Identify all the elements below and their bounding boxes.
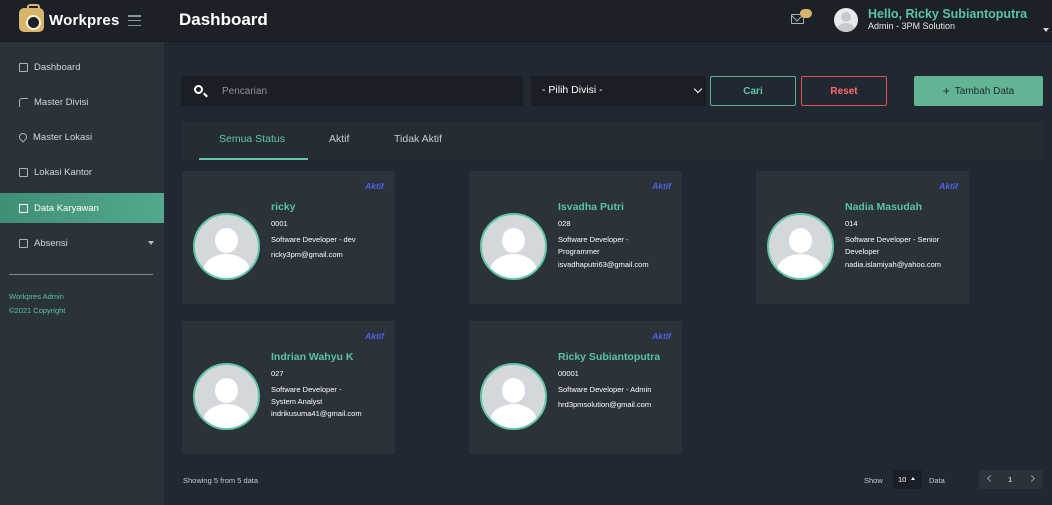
status-badge: Aktif (365, 331, 384, 341)
sidebar-item-label: Master Divisi (34, 96, 89, 108)
user-greeting[interactable]: Hello, Ricky Subiantoputra (868, 7, 1027, 21)
employee-id: 014 (845, 219, 858, 228)
status-badge: Aktif (939, 181, 958, 191)
status-badge: Aktif (652, 181, 671, 191)
employee-email: isvadhaputri63@gmail.com (558, 260, 649, 269)
search-box[interactable] (181, 76, 523, 106)
employee-card[interactable]: Aktif Indrian Wahyu K 027 Software Devel… (182, 321, 395, 454)
page-title: Dashboard (179, 10, 268, 29)
status-tabs: Semua Status Aktif Tidak Aktif (182, 122, 1044, 160)
sidebar-item-label: Master Lokasi (33, 131, 93, 143)
status-badge: Aktif (652, 331, 671, 341)
sidebar-item-data-karyawan[interactable]: Data Karyawan (0, 193, 164, 223)
employee-role: Software Developer - System Analyst (271, 385, 342, 406)
sidebar-item-label: Absensi (34, 237, 68, 249)
cari-button[interactable]: Cari (710, 76, 796, 106)
per-page-value: 10 (898, 475, 907, 484)
page-number[interactable]: 1 (1008, 475, 1012, 484)
employee-name[interactable]: Isvadha Putri (558, 201, 624, 213)
employee-id: 027 (271, 369, 284, 378)
menu-toggle-icon[interactable] (128, 15, 141, 27)
chevron-right-icon[interactable] (1027, 474, 1036, 483)
avatar (193, 213, 260, 280)
employee-name[interactable]: ricky (271, 201, 296, 213)
reset-button[interactable]: Reset (801, 76, 887, 106)
employee-email: ricky3pm@gmail.com (271, 250, 343, 259)
employee-email: nadia.islamiyah@yahoo.com (845, 260, 941, 269)
sidebar-footer-title: Workpres Admin (9, 292, 64, 301)
tambah-data-label: Tambah Data (954, 85, 1015, 97)
brand[interactable]: Workpres (19, 4, 120, 32)
employee-name[interactable]: Indrian Wahyu K (271, 351, 353, 363)
tab-semua-status[interactable]: Semua Status (219, 133, 285, 145)
employee-name[interactable]: Ricky Subiantoputra (558, 351, 660, 363)
employee-id: 028 (558, 219, 571, 228)
sidebar-item-label: Lokasi Kantor (34, 166, 93, 178)
employee-role: Software Developer - dev (271, 235, 356, 244)
tab-aktif[interactable]: Aktif (329, 133, 349, 145)
divisi-select[interactable]: - Pilih Divisi - (531, 76, 706, 106)
employee-name[interactable]: Nadia Masudah (845, 201, 922, 213)
tab-tidak-aktif[interactable]: Tidak Aktif (394, 133, 442, 145)
sidebar: Dashboard Master Divisi Master Lokasi Lo… (0, 42, 164, 505)
map-pin-icon (17, 131, 29, 143)
sidebar-divider (9, 274, 153, 275)
search-input[interactable] (222, 83, 512, 99)
employee-card[interactable]: Aktif Isvadha Putri 028 Software Develop… (469, 171, 682, 304)
avatar (480, 363, 547, 430)
show-label: Show (864, 476, 883, 485)
pagination: 1 (979, 470, 1043, 489)
avatar (193, 363, 260, 430)
sidebar-item-lokasi-kantor[interactable]: Lokasi Kantor (0, 157, 164, 187)
sidebar-footer-copyright: ©2021 Copyright (9, 306, 66, 315)
chevron-left-icon[interactable] (986, 474, 995, 483)
per-page-select[interactable]: 10 (893, 470, 922, 489)
tambah-data-button[interactable]: + Tambah Data (914, 76, 1043, 106)
camera-logo-icon (19, 4, 44, 32)
employee-email: indrikusuma41@gmail.com (271, 409, 362, 418)
employee-role: Software Developer - Senior Developer (845, 235, 940, 256)
users-icon (19, 203, 28, 213)
employee-card[interactable]: Aktif Ricky Subiantoputra 00001 Software… (469, 321, 682, 454)
sidebar-item-master-divisi[interactable]: Master Divisi (0, 87, 164, 117)
employee-email: hrd3pmsolution@gmail.com (558, 400, 652, 409)
home-icon (19, 62, 28, 72)
active-tab-indicator (199, 158, 308, 160)
plus-icon: + (942, 84, 950, 98)
top-header: Workpres Dashboard Hello, Ricky Subianto… (0, 0, 1052, 42)
employee-card[interactable]: Aktif ricky 0001 Software Developer - de… (182, 171, 395, 304)
employee-id: 0001 (271, 219, 288, 228)
sidebar-item-label: Dashboard (34, 61, 81, 73)
status-badge: Aktif (365, 181, 384, 191)
notification-badge (800, 9, 812, 18)
avatar[interactable] (834, 8, 858, 32)
sidebar-item-absensi[interactable]: Absensi (0, 228, 164, 258)
sidebar-item-dashboard[interactable]: Dashboard (0, 52, 164, 82)
sidebar-item-master-lokasi[interactable]: Master Lokasi (0, 122, 164, 152)
showing-count: Showing 5 from 5 data (183, 476, 259, 485)
brand-name: Workpres (49, 11, 120, 29)
employee-card[interactable]: Aktif Nadia Masudah 014 Software Develop… (756, 171, 969, 304)
avatar (767, 213, 834, 280)
user-role: Admin - 3PM Solution (868, 21, 956, 31)
search-icon (194, 85, 203, 94)
split-icon (19, 97, 28, 107)
divisi-select-value: - Pilih Divisi - (542, 84, 603, 96)
employee-id: 00001 (558, 369, 579, 378)
chevron-down-icon[interactable] (1043, 28, 1049, 32)
calendar-icon (19, 238, 28, 248)
chevron-down-icon (693, 84, 703, 94)
caret-up-icon (911, 477, 915, 480)
building-icon (19, 167, 28, 177)
employee-role: Software Developer - Admin (558, 385, 652, 394)
data-label: Data (929, 476, 945, 485)
avatar (480, 213, 547, 280)
chevron-down-icon (148, 241, 154, 245)
sidebar-item-label: Data Karyawan (34, 202, 99, 214)
employee-role: Software Developer - Programmer (558, 235, 629, 256)
